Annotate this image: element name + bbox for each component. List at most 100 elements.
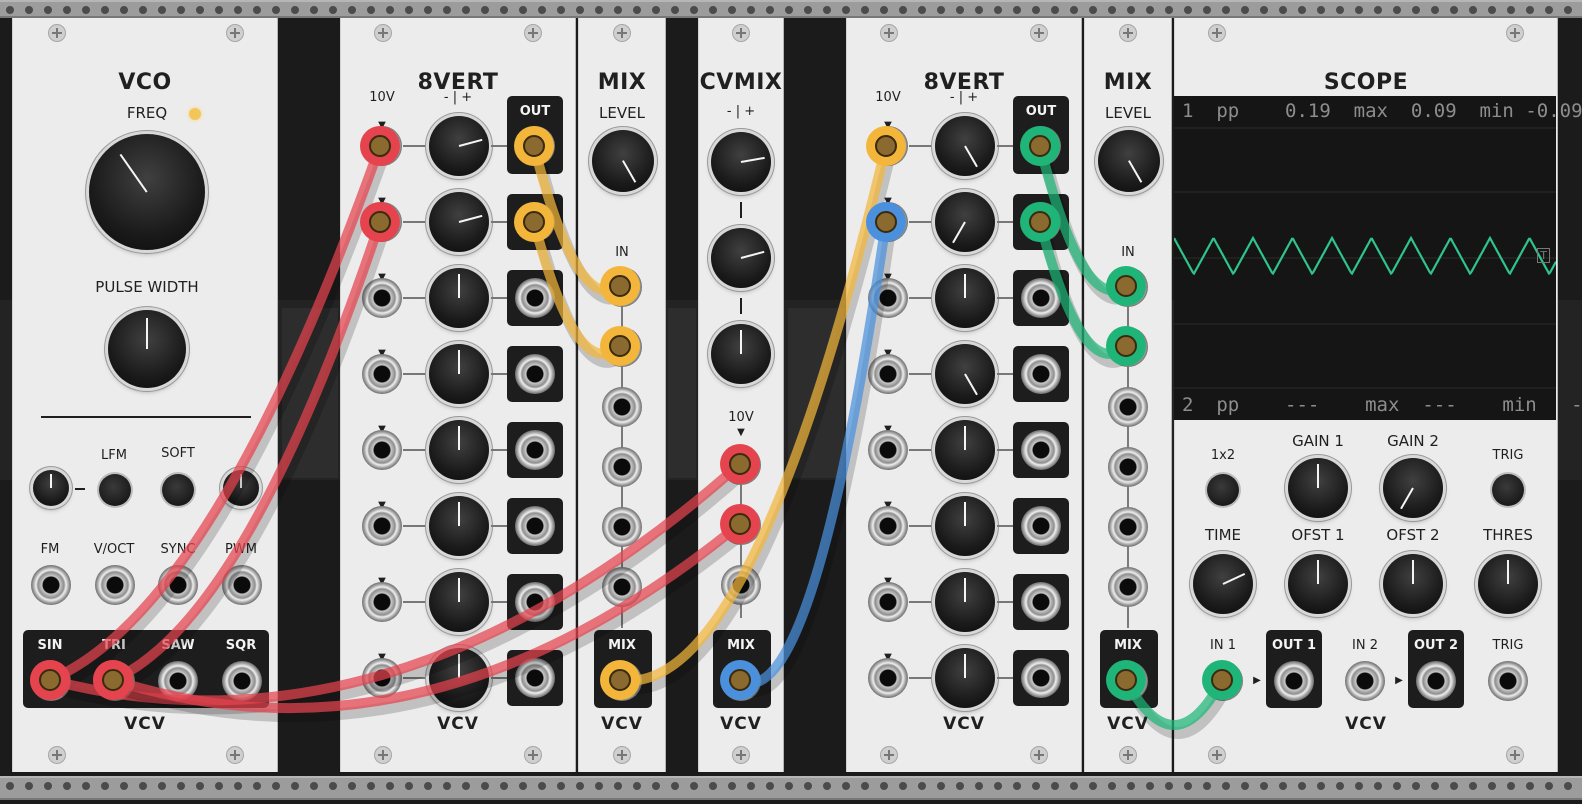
attenuverter-knob-6[interactable] bbox=[935, 496, 995, 556]
input-jack-2[interactable] bbox=[362, 202, 402, 242]
attenuverter-knob-5[interactable] bbox=[935, 420, 995, 480]
fm-knob[interactable] bbox=[33, 470, 69, 506]
input-jack-7[interactable] bbox=[362, 582, 402, 622]
input-jack-5[interactable] bbox=[868, 430, 908, 470]
attenuverter-knob-6[interactable] bbox=[429, 496, 489, 556]
saw-output-jack[interactable] bbox=[158, 661, 198, 701]
input-jack-4[interactable] bbox=[868, 354, 908, 394]
output-jack-8[interactable] bbox=[515, 658, 555, 698]
input-jack-8[interactable] bbox=[868, 658, 908, 698]
cvmix-input-jack-2[interactable] bbox=[721, 505, 761, 545]
input-jack-3[interactable] bbox=[362, 278, 402, 318]
attenuverter-knob-1[interactable] bbox=[429, 116, 489, 176]
output-jack-6[interactable] bbox=[515, 506, 555, 546]
output-jack-7[interactable] bbox=[1021, 582, 1061, 622]
input-jack-8[interactable] bbox=[362, 658, 402, 698]
mix-input-jack-5[interactable] bbox=[602, 507, 642, 547]
attenuverter-knob-4[interactable] bbox=[935, 344, 995, 404]
attenuverter-knob-7[interactable] bbox=[429, 572, 489, 632]
output-jack-4[interactable] bbox=[515, 354, 555, 394]
input-jack-4[interactable] bbox=[362, 354, 402, 394]
cvmix-knob-3[interactable] bbox=[711, 324, 771, 384]
out1-jack[interactable] bbox=[1274, 661, 1314, 701]
mix-input-jack-1[interactable] bbox=[602, 267, 642, 307]
freq-led bbox=[189, 108, 201, 120]
trig-button[interactable] bbox=[1492, 474, 1524, 506]
cvmix-knob-1[interactable] bbox=[711, 132, 771, 192]
pwm-knob[interactable] bbox=[223, 470, 259, 506]
input-jack-7[interactable] bbox=[868, 582, 908, 622]
output-jack-1[interactable] bbox=[1021, 126, 1061, 166]
sync-input-jack[interactable] bbox=[158, 565, 198, 605]
time-knob[interactable] bbox=[1193, 554, 1253, 614]
pulse-width-knob[interactable] bbox=[108, 310, 186, 388]
mix-input-jack-6[interactable] bbox=[1108, 567, 1148, 607]
mix-input-jack-3[interactable] bbox=[602, 387, 642, 427]
lfm-button[interactable] bbox=[99, 474, 131, 506]
in2-jack[interactable] bbox=[1345, 661, 1385, 701]
fm-input-jack[interactable] bbox=[31, 565, 71, 605]
tri-output-jack[interactable] bbox=[95, 661, 135, 701]
pwm-input-jack[interactable] bbox=[222, 565, 262, 605]
mix-input-jack-2[interactable] bbox=[602, 327, 642, 367]
ofst2-knob[interactable] bbox=[1383, 554, 1443, 614]
output-jack-3[interactable] bbox=[515, 278, 555, 318]
attenuverter-knob-7[interactable] bbox=[935, 572, 995, 632]
attenuverter-knob-3[interactable] bbox=[429, 268, 489, 328]
mix-input-jack-4[interactable] bbox=[1108, 447, 1148, 487]
mix-input-jack-4[interactable] bbox=[602, 447, 642, 487]
mix-input-jack-1[interactable] bbox=[1108, 267, 1148, 307]
sqr-output-jack[interactable] bbox=[222, 661, 262, 701]
attenuverter-knob-8[interactable] bbox=[935, 648, 995, 708]
in1-jack[interactable] bbox=[1203, 661, 1243, 701]
output-jack-7[interactable] bbox=[515, 582, 555, 622]
attenuverter-knob-5[interactable] bbox=[429, 420, 489, 480]
input-jack-5[interactable] bbox=[362, 430, 402, 470]
output-jack-3[interactable] bbox=[1021, 278, 1061, 318]
mix-input-jack-5[interactable] bbox=[1108, 507, 1148, 547]
cvmix-input-jack-3[interactable] bbox=[721, 565, 761, 605]
input-jack-1[interactable] bbox=[868, 126, 908, 166]
level-knob[interactable] bbox=[592, 130, 654, 192]
input-jack-1[interactable] bbox=[362, 126, 402, 166]
output-jack-6[interactable] bbox=[1021, 506, 1061, 546]
mix-input-jack-6[interactable] bbox=[602, 567, 642, 607]
soft-button[interactable] bbox=[162, 474, 194, 506]
gain2-knob[interactable] bbox=[1383, 458, 1443, 518]
mix-output-jack[interactable] bbox=[602, 661, 642, 701]
1x2-button[interactable] bbox=[1207, 474, 1239, 506]
attenuverter-knob-1[interactable] bbox=[935, 116, 995, 176]
attenuverter-knob-2[interactable] bbox=[935, 192, 995, 252]
mix-input-jack-3[interactable] bbox=[1108, 387, 1148, 427]
cvmix-input-jack-1[interactable] bbox=[721, 445, 761, 485]
output-jack-5[interactable] bbox=[1021, 430, 1061, 470]
output-jack-2[interactable] bbox=[1021, 202, 1061, 242]
voct-input-jack[interactable] bbox=[95, 565, 135, 605]
thres-knob[interactable] bbox=[1478, 554, 1538, 614]
out2-jack[interactable] bbox=[1416, 661, 1456, 701]
output-jack-5[interactable] bbox=[515, 430, 555, 470]
attenuverter-knob-2[interactable] bbox=[429, 192, 489, 252]
ofst1-knob[interactable] bbox=[1288, 554, 1348, 614]
trig-input-jack[interactable] bbox=[1488, 661, 1528, 701]
input-jack-3[interactable] bbox=[868, 278, 908, 318]
mix-output-jack[interactable] bbox=[1108, 661, 1148, 701]
input-jack-6[interactable] bbox=[868, 506, 908, 546]
output-jack-8[interactable] bbox=[1021, 658, 1061, 698]
input-jack-2[interactable] bbox=[868, 202, 908, 242]
output-jack-2[interactable] bbox=[515, 202, 555, 242]
sin-output-jack[interactable] bbox=[31, 661, 71, 701]
mix-input-jack-2[interactable] bbox=[1108, 327, 1148, 367]
mix-output-jack[interactable] bbox=[721, 661, 761, 701]
attenuverter-knob-3[interactable] bbox=[935, 268, 995, 328]
arrow-right-icon: ▶ bbox=[1395, 675, 1403, 686]
freq-knob[interactable] bbox=[89, 134, 205, 250]
output-jack-1[interactable] bbox=[515, 126, 555, 166]
attenuverter-knob-4[interactable] bbox=[429, 344, 489, 404]
cvmix-knob-2[interactable] bbox=[711, 228, 771, 288]
attenuverter-knob-8[interactable] bbox=[429, 648, 489, 708]
level-knob[interactable] bbox=[1098, 130, 1160, 192]
output-jack-4[interactable] bbox=[1021, 354, 1061, 394]
input-jack-6[interactable] bbox=[362, 506, 402, 546]
gain1-knob[interactable] bbox=[1288, 458, 1348, 518]
